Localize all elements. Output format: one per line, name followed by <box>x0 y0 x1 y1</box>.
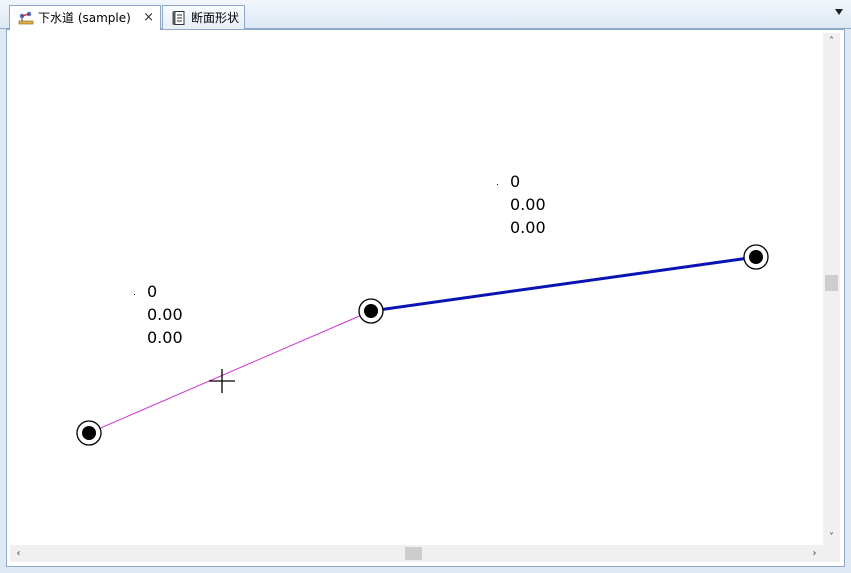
label-line: 0.00 <box>510 218 546 237</box>
label-anchor-dot <box>497 184 498 185</box>
close-icon[interactable]: × <box>143 7 154 29</box>
scroll-left-icon[interactable]: ‹ <box>10 545 27 562</box>
tab-label: 下水道 (sample) <box>38 11 131 25</box>
crosshair-cursor-icon <box>209 369 235 393</box>
network-drawing[interactable] <box>10 33 823 546</box>
label-line: 0.00 <box>147 328 183 347</box>
pipe-attribute-label: 0 0.00 0.00 <box>497 170 546 239</box>
label-line: 0.00 <box>510 195 546 214</box>
vertical-scroll-thumb[interactable] <box>825 275 838 291</box>
pipe-attribute-label: 0 0.00 0.00 <box>134 280 183 349</box>
manhole-node[interactable] <box>743 244 769 270</box>
tab-label: 断面形状 <box>191 10 240 25</box>
label-line: 0.00 <box>147 305 183 324</box>
tab-list-dropdown-icon[interactable] <box>835 9 843 15</box>
label-anchor-dot <box>134 294 135 295</box>
vertical-scrollbar[interactable]: ˄ ˅ <box>823 33 840 546</box>
tab-cross-section[interactable]: 断面形状 <box>162 5 245 29</box>
horizontal-scroll-thumb[interactable] <box>405 547 422 560</box>
pipe-segment-selected[interactable] <box>88 310 372 434</box>
scrollbar-corner <box>823 545 840 562</box>
label-line: 0 <box>147 282 158 301</box>
manhole-node[interactable] <box>358 298 384 324</box>
manhole-node[interactable] <box>76 420 102 446</box>
document-tab-bar: 下水道 (sample) × 断面形状 <box>0 0 851 30</box>
pipe-segment[interactable] <box>370 255 757 313</box>
scroll-right-icon[interactable]: › <box>806 545 823 562</box>
network-canvas[interactable]: 0 0.00 0.00 0 0.00 0.00 <box>10 33 823 546</box>
tab-sewer-sample[interactable]: 下水道 (sample) × <box>9 5 161 30</box>
scroll-down-icon[interactable]: ˅ <box>823 529 840 546</box>
scroll-up-icon[interactable]: ˄ <box>823 33 840 50</box>
drawing-panel: 0 0.00 0.00 0 0.00 0.00 ˄ ˅ ‹ › <box>6 29 845 567</box>
horizontal-scrollbar[interactable]: ‹ › <box>10 545 823 562</box>
label-line: 0 <box>510 172 521 191</box>
sewer-network-icon <box>18 11 34 25</box>
document-icon <box>172 10 185 25</box>
